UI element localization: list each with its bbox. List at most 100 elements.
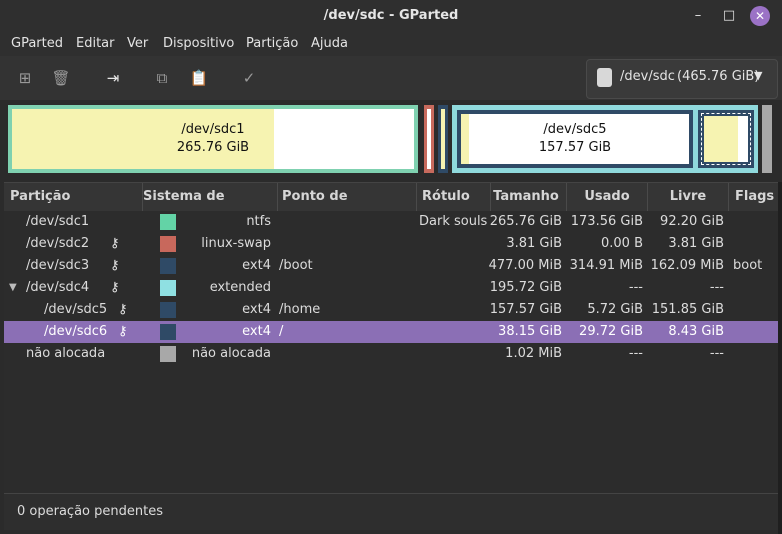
filesystem: ntfs — [246, 214, 271, 229]
partition-label: Dark souls — [419, 214, 488, 229]
key-icon: ⚷ — [118, 324, 128, 339]
free: --- — [709, 280, 724, 295]
device-name: /dev/sdc — [620, 69, 675, 84]
size: 3.81 GiB — [506, 236, 562, 251]
disk-map-sdc6[interactable] — [698, 110, 754, 168]
table-row[interactable]: ▼ /dev/sdc4 ⚷ extended 195.72 GiB --- --… — [4, 277, 778, 299]
table-row[interactable]: /dev/sdc1 ntfs Dark souls 265.76 GiB 173… — [4, 211, 778, 233]
disk-map-sdc5[interactable]: /dev/sdc5 157.57 GiB — [457, 110, 693, 168]
column-sistema-de-arquivos[interactable]: Sistema de arquivos — [137, 183, 278, 232]
partition-name: /dev/sdc3 — [26, 258, 90, 273]
free: --- — [709, 346, 724, 361]
window-edge — [778, 182, 782, 534]
partition-table-header: Partição Sistema de arquivos Ponto de mo… — [4, 182, 778, 232]
menu-gparted[interactable]: GParted — [11, 32, 63, 56]
partition-name: /dev/sdc6 — [44, 324, 108, 339]
window-title: /dev/sdc - GParted — [323, 8, 459, 23]
fs-color-swatch — [160, 214, 176, 230]
paste-icon[interactable]: 📋 — [187, 66, 211, 90]
sdc1-map-name: /dev/sdc1 — [181, 122, 245, 137]
free: 162.09 MiB — [650, 258, 724, 273]
maximize-button[interactable]: □ — [719, 6, 739, 26]
fs-color-swatch — [160, 346, 176, 362]
filesystem: ext4 — [242, 324, 271, 339]
sdc6-inner — [704, 116, 748, 162]
partition-name: /dev/sdc1 — [26, 214, 90, 229]
menu-ver[interactable]: Ver — [127, 32, 148, 56]
free: 151.85 GiB — [651, 302, 724, 317]
table-row[interactable]: não alocada não alocada 1.02 MiB --- --- — [4, 343, 778, 365]
copy-icon[interactable]: ⧉ — [150, 66, 174, 90]
column-livre[interactable]: Livre — [648, 183, 729, 211]
sdc5-map-label: /dev/sdc5 157.57 GiB — [461, 121, 689, 157]
menu-particao[interactable]: Partição — [246, 32, 298, 56]
free: 92.20 GiB — [660, 214, 724, 229]
disk-map-sdc3[interactable] — [438, 105, 448, 173]
sdc1-map-size: 265.76 GiB — [176, 140, 250, 155]
fs-color-swatch — [160, 324, 176, 340]
fs-color-swatch — [160, 280, 176, 296]
mount-point: / — [279, 324, 284, 339]
size: 477.00 MiB — [488, 258, 562, 273]
menu-editar[interactable]: Editar — [76, 32, 115, 56]
used: --- — [628, 280, 643, 295]
sdc1-inner: /dev/sdc1 265.76 GiB — [12, 109, 414, 169]
size: 265.76 GiB — [489, 214, 562, 229]
delete-icon[interactable]: 🗑 — [49, 66, 73, 90]
fs-color-swatch — [160, 236, 176, 252]
column-tamanho[interactable]: Tamanho — [486, 183, 567, 211]
disk-map-unallocated[interactable] — [762, 105, 772, 173]
free: 3.81 GiB — [668, 236, 724, 251]
sdc1-map-label: /dev/sdc1 265.76 GiB — [12, 121, 414, 157]
filesystem: ext4 — [242, 302, 271, 317]
table-row[interactable]: /dev/sdc3 ⚷ ext4 /boot 477.00 MiB 314.91… — [4, 255, 778, 277]
used: 5.72 GiB — [587, 302, 643, 317]
size: 195.72 GiB — [489, 280, 562, 295]
disk-map-sdc2[interactable] — [424, 105, 434, 173]
column-usado[interactable]: Usado — [567, 183, 648, 211]
fs-color-swatch — [160, 302, 176, 318]
menu-dispositivo[interactable]: Dispositivo — [163, 32, 234, 56]
filesystem: ext4 — [242, 258, 271, 273]
key-icon: ⚷ — [110, 236, 120, 251]
column-ponto-de-montagem[interactable]: Ponto de montagem — [278, 183, 417, 232]
key-icon: ⚷ — [110, 258, 120, 273]
minimize-button[interactable]: – — [688, 6, 708, 26]
expander-icon[interactable]: ▼ — [9, 277, 17, 299]
filesystem: extended — [209, 280, 271, 295]
used: --- — [628, 346, 643, 361]
menu-bar: GParted Editar Ver Dispositivo Partição … — [0, 32, 782, 56]
resize-move-icon[interactable]: ⇥ — [101, 66, 125, 90]
table-row[interactable]: /dev/sdc5 ⚷ ext4 /home 157.57 GiB 5.72 G… — [4, 299, 778, 321]
disk-map-sdc1[interactable]: /dev/sdc1 265.76 GiB — [8, 105, 418, 173]
new-partition-icon[interactable]: ⊞ — [13, 66, 37, 90]
apply-icon[interactable]: ✓ — [237, 66, 261, 90]
sdc2-inner — [427, 109, 431, 169]
mount-point: /home — [279, 302, 321, 317]
free: 8.43 GiB — [668, 324, 724, 339]
table-row-selected[interactable]: /dev/sdc6 ⚷ ext4 / 38.15 GiB 29.72 GiB 8… — [4, 321, 778, 343]
column-rotulo[interactable]: Rótulo — [417, 183, 491, 211]
size: 157.57 GiB — [489, 302, 562, 317]
disk-map: /dev/sdc1 265.76 GiB /dev/sdc5 157.57 Gi… — [0, 100, 782, 180]
device-size: (465.76 GiB) — [677, 69, 760, 84]
column-particao[interactable]: Partição — [4, 183, 143, 211]
size: 1.02 MiB — [505, 346, 562, 361]
partition-name: não alocada — [26, 346, 106, 361]
disk-map-sdc4-extended[interactable]: /dev/sdc5 157.57 GiB — [452, 105, 758, 173]
close-button[interactable]: ✕ — [750, 6, 770, 26]
partition-name: /dev/sdc4 — [26, 280, 90, 295]
sdc6-used-bar — [704, 116, 738, 162]
size: 38.15 GiB — [498, 324, 562, 339]
table-row[interactable]: /dev/sdc2 ⚷ linux-swap 3.81 GiB 0.00 B 3… — [4, 233, 778, 255]
sdc5-inner: /dev/sdc5 157.57 GiB — [461, 114, 689, 164]
sdc5-map-name: /dev/sdc5 — [543, 122, 607, 137]
chevron-down-icon[interactable]: ▼ — [754, 69, 762, 82]
menu-ajuda[interactable]: Ajuda — [311, 32, 348, 56]
fs-color-swatch — [160, 258, 176, 274]
partition-name: /dev/sdc5 — [44, 302, 108, 317]
filesystem: não alocada — [191, 346, 271, 361]
mount-point: /boot — [279, 258, 313, 273]
sdc3-inner — [441, 109, 445, 169]
column-flags[interactable]: Flags — [729, 183, 782, 211]
